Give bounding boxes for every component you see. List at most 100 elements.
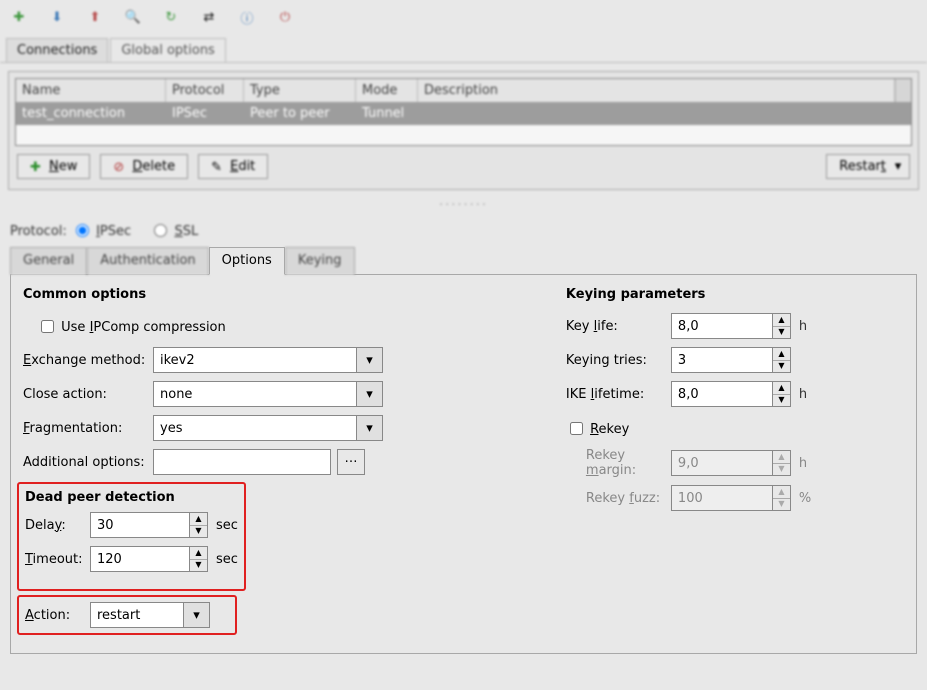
spin-down-icon[interactable]: ▼	[773, 395, 790, 407]
additional-options-input[interactable]	[153, 449, 331, 475]
cell-description	[418, 102, 911, 125]
ikelife-spin[interactable]: ▲▼	[671, 381, 791, 407]
dpd-action-combo[interactable]: ▾	[90, 602, 210, 628]
edit-button[interactable]: ✎Edit	[198, 154, 268, 179]
tries-input[interactable]	[671, 347, 773, 373]
dpd-timeout-unit: sec	[208, 552, 238, 567]
dpd-delay-label: Delay:	[25, 518, 90, 533]
dpd-timeout-spin[interactable]: ▲▼	[90, 546, 208, 572]
chevron-down-icon[interactable]: ▾	[184, 602, 210, 628]
dpd-action-row: Action: ▾	[25, 601, 229, 629]
fuzz-spin: ▲▼	[671, 485, 791, 511]
right-column: Keying parameters Key life: ▲▼ h Keying …	[566, 287, 904, 635]
chevron-down-icon[interactable]: ▾	[357, 381, 383, 407]
search-icon[interactable]: 🔍	[122, 6, 144, 28]
keying-title: Keying parameters	[566, 287, 904, 302]
tab-general[interactable]: General	[10, 247, 87, 275]
sub-tabbar: General Authentication Options Keying	[0, 247, 927, 275]
top-tabbar: Connections Global options	[0, 38, 927, 63]
protocol-label: Protocol:	[10, 224, 67, 239]
table-button-row: ✚New ⊘Delete ✎Edit Restart ▾	[15, 146, 912, 179]
table-row[interactable]: test_connection IPSec Peer to peer Tunne…	[16, 102, 911, 125]
dpd-timeout-row: Timeout: ▲▼ sec	[25, 545, 238, 573]
spin-up-icon[interactable]: ▲	[773, 382, 790, 395]
rekey-label[interactable]: Rekey	[566, 419, 629, 438]
ikelife-input[interactable]	[671, 381, 773, 407]
th-protocol[interactable]: Protocol	[166, 79, 244, 102]
keylife-input[interactable]	[671, 313, 773, 339]
additional-options-row: Additional options: …	[23, 448, 506, 476]
restart-button-label: Restart	[839, 159, 886, 174]
th-name[interactable]: Name	[16, 79, 166, 102]
dpd-action-input[interactable]	[90, 602, 184, 628]
splitter-handle[interactable]: ········	[0, 198, 927, 213]
dpd-timeout-input[interactable]	[90, 546, 190, 572]
keylife-spin[interactable]: ▲▼	[671, 313, 791, 339]
tab-authentication[interactable]: Authentication	[87, 247, 208, 275]
ipcomp-label[interactable]: Use IPComp compression	[23, 317, 226, 336]
delete-button-label: Delete	[132, 159, 175, 174]
sync-icon[interactable]: ⇄	[198, 6, 220, 28]
margin-row: Rekey margin: ▲▼ h	[566, 448, 904, 478]
dpd-delay-row: Delay: ▲▼ sec	[25, 511, 238, 539]
spin-down-icon[interactable]: ▼	[190, 560, 207, 572]
ipcomp-checkbox[interactable]	[41, 320, 54, 333]
radio-ssl[interactable]	[154, 224, 167, 237]
refresh-icon[interactable]: ↻	[160, 6, 182, 28]
th-description[interactable]: Description	[418, 79, 895, 102]
additional-options-more-button[interactable]: …	[337, 449, 365, 475]
close-action-combo[interactable]: ▾	[153, 381, 383, 407]
restart-button[interactable]: Restart ▾	[826, 154, 910, 179]
spin-down-icon[interactable]: ▼	[773, 361, 790, 373]
fragmentation-row: Fragmentation: ▾	[23, 414, 506, 442]
tab-global-options[interactable]: Global options	[110, 38, 225, 62]
chevron-down-icon[interactable]: ▾	[357, 347, 383, 373]
rekey-checkbox[interactable]	[570, 422, 583, 435]
ipcomp-row: Use IPComp compression	[23, 312, 506, 340]
dpd-delay-input[interactable]	[90, 512, 190, 538]
dpd-delay-spin[interactable]: ▲▼	[90, 512, 208, 538]
tries-spin[interactable]: ▲▼	[671, 347, 791, 373]
fuzz-unit: %	[791, 491, 811, 506]
export-icon[interactable]: ⬆	[84, 6, 106, 28]
spin-up-icon[interactable]: ▲	[190, 547, 207, 560]
chevron-down-icon[interactable]: ▾	[357, 415, 383, 441]
chevron-down-icon[interactable]: ▾	[891, 159, 905, 174]
close-action-input[interactable]	[153, 381, 357, 407]
new-doc-icon[interactable]: ✚	[8, 6, 30, 28]
radio-ipsec[interactable]	[76, 224, 89, 237]
th-scroll-spacer	[895, 79, 911, 102]
exchange-combo[interactable]: ▾	[153, 347, 383, 373]
tab-options[interactable]: Options	[209, 247, 285, 275]
help-icon[interactable]: ⓘ	[236, 6, 258, 28]
tries-label: Keying tries:	[566, 353, 671, 368]
close-action-label: Close action:	[23, 387, 153, 402]
spin-up-icon[interactable]: ▲	[773, 348, 790, 361]
fragmentation-input[interactable]	[153, 415, 357, 441]
quit-icon[interactable]: ⏻	[274, 6, 296, 28]
exchange-row: Exchange method: ▾	[23, 346, 506, 374]
tab-connections[interactable]: Connections	[6, 38, 108, 62]
spin-down-icon[interactable]: ▼	[773, 327, 790, 339]
spin-up-icon[interactable]: ▲	[773, 314, 790, 327]
protocol-ssl[interactable]: SSL	[149, 224, 198, 239]
protocol-ipsec[interactable]: IPSec	[71, 224, 131, 239]
cell-type: Peer to peer	[244, 102, 356, 125]
tab-keying[interactable]: Keying	[285, 247, 355, 275]
rekey-row: Rekey	[566, 414, 904, 442]
th-mode[interactable]: Mode	[356, 79, 418, 102]
exchange-input[interactable]	[153, 347, 357, 373]
additional-options-label: Additional options:	[23, 455, 153, 470]
spin-down-icon[interactable]: ▼	[190, 526, 207, 538]
spin-up-icon[interactable]: ▲	[190, 513, 207, 526]
tries-row: Keying tries: ▲▼	[566, 346, 904, 374]
import-icon[interactable]: ⬇	[46, 6, 68, 28]
exchange-label: Exchange method:	[23, 353, 153, 368]
margin-spin: ▲▼	[671, 450, 791, 476]
ikelife-unit: h	[791, 387, 811, 402]
th-type[interactable]: Type	[244, 79, 356, 102]
delete-button[interactable]: ⊘Delete	[100, 154, 188, 179]
fragmentation-combo[interactable]: ▾	[153, 415, 383, 441]
new-button[interactable]: ✚New	[17, 154, 90, 179]
spin-down-icon: ▼	[773, 464, 790, 476]
